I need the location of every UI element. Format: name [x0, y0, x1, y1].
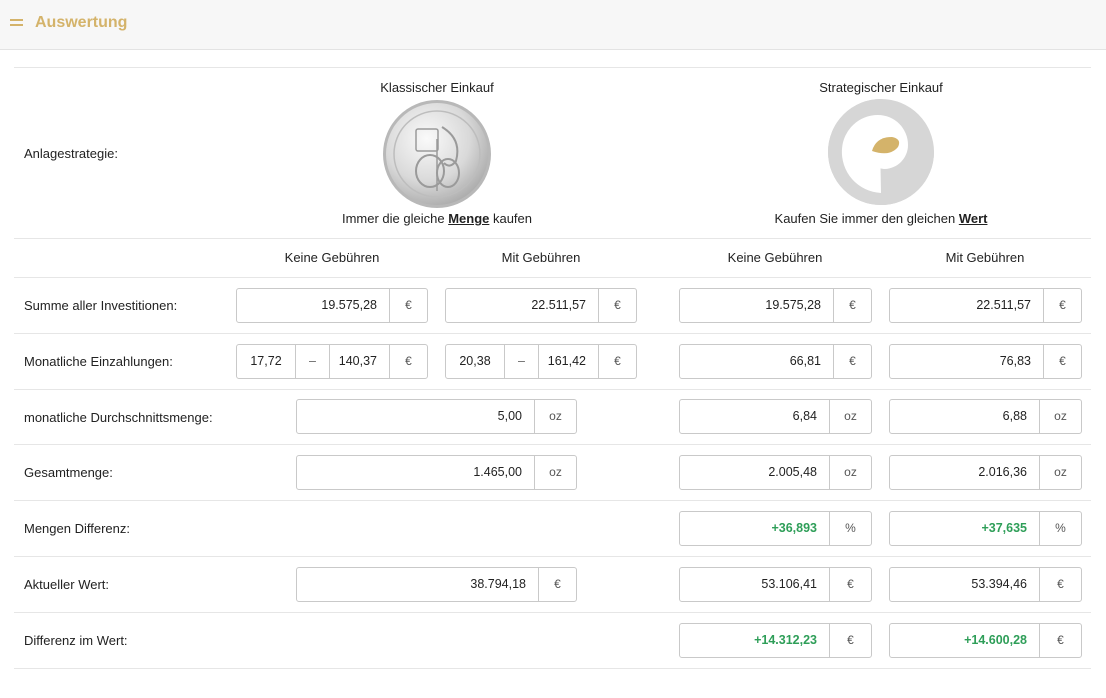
divider — [14, 556, 1091, 557]
row-label-summe: Summe aller Investitionen: — [24, 298, 178, 313]
durchschnitt-classic-field: 5,00 oz — [296, 399, 577, 434]
summe-classic-no-fees-field: 19.575,28 € — [236, 288, 428, 323]
gesamtmenge-classic-field: 1.465,00 oz — [296, 455, 577, 490]
mengen-diff-strategic-with-fees-field: +37,635 % — [889, 511, 1082, 546]
divider — [14, 612, 1091, 613]
monatlich-strategic-with-fees-field: 76,83 € — [889, 344, 1082, 379]
row-label-mengen-differenz: Mengen Differenz: — [24, 521, 130, 536]
durchschnitt-strategic-with-fees-field: 6,88 oz — [889, 399, 1082, 434]
monatlich-classic-no-fees-range: 17,72 – 140,37 € — [236, 344, 428, 379]
mengen-diff-strategic-no-fees-field: +36,893 % — [679, 511, 872, 546]
wert-strategic-with-fees-field: 53.394,46 € — [889, 567, 1082, 602]
wert-strategic-no-fees-field: 53.106,41 € — [679, 567, 872, 602]
divider — [14, 67, 1091, 68]
strategy-label: Anlagestrategie: — [24, 146, 118, 161]
classic-strategy-title: Klassischer Einkauf — [380, 80, 494, 95]
column-header-classic-no-fees: Keine Gebühren — [284, 250, 380, 265]
divider — [14, 238, 1091, 239]
spiral-logo-icon — [828, 99, 934, 205]
wert-classic-field: 38.794,18 € — [296, 567, 577, 602]
divider — [14, 277, 1091, 278]
divider — [14, 333, 1091, 334]
row-label-aktueller-wert: Aktueller Wert: — [24, 577, 110, 592]
top-bar: Auswertung — [0, 0, 1106, 50]
row-label-differenz-im-wert: Differenz im Wert: — [24, 633, 128, 648]
menu-icon[interactable] — [10, 17, 24, 29]
wert-diff-strategic-no-fees-field: +14.312,23 € — [679, 623, 872, 658]
strategic-strategy-subtitle: Kaufen Sie immer den gleichen Wert — [774, 211, 988, 226]
strategic-strategy-title: Strategischer Einkauf — [819, 80, 943, 95]
gesamtmenge-strategic-no-fees-field: 2.005,48 oz — [679, 455, 872, 490]
divider — [14, 389, 1091, 390]
page-title: Auswertung — [35, 14, 128, 31]
divider — [14, 500, 1091, 501]
monatlich-strategic-no-fees-field: 66,81 € — [679, 344, 872, 379]
row-label-durchschnitt: monatliche Durchschnittsmenge: — [24, 410, 213, 425]
column-header-strategic-with-fees: Mit Gebühren — [945, 250, 1025, 265]
summe-strategic-with-fees-field: 22.511,57 € — [889, 288, 1082, 323]
monatlich-classic-with-fees-range: 20,38 – 161,42 € — [445, 344, 637, 379]
column-header-classic-with-fees: Mit Gebühren — [501, 250, 581, 265]
summe-strategic-no-fees-field: 19.575,28 € — [679, 288, 872, 323]
column-header-strategic-no-fees: Keine Gebühren — [727, 250, 823, 265]
divider — [14, 444, 1091, 445]
summe-classic-with-fees-field: 22.511,57 € — [445, 288, 637, 323]
silver-coin-icon — [383, 100, 491, 208]
gesamtmenge-strategic-with-fees-field: 2.016,36 oz — [889, 455, 1082, 490]
wert-diff-strategic-with-fees-field: +14.600,28 € — [889, 623, 1082, 658]
durchschnitt-strategic-no-fees-field: 6,84 oz — [679, 399, 872, 434]
classic-strategy-subtitle: Immer die gleiche Menge kaufen — [341, 211, 533, 226]
row-label-monatlich: Monatliche Einzahlungen: — [24, 354, 173, 369]
divider — [14, 668, 1091, 669]
row-label-gesamtmenge: Gesamtmenge: — [24, 465, 113, 480]
